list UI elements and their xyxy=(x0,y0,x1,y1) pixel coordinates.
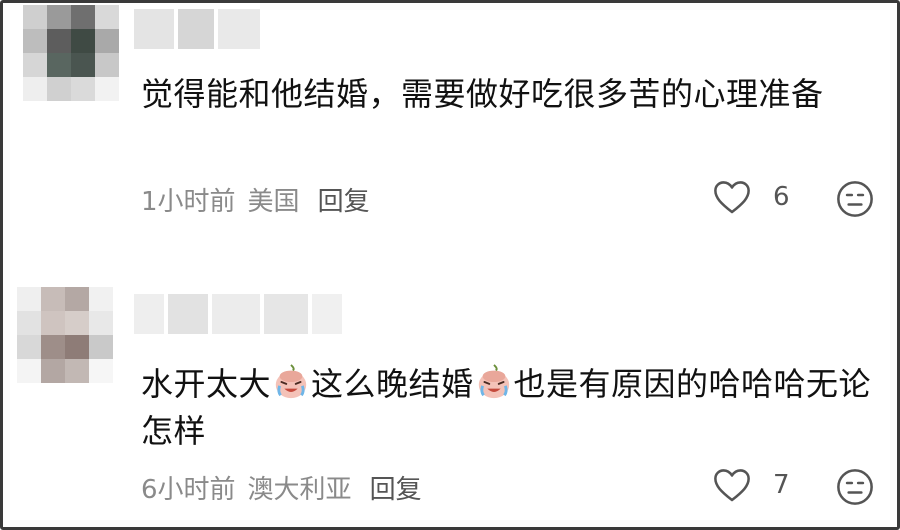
comment-item: 水开太大 这么晚结婚 也是有原因的哈哈哈无论怎样 6小时前 澳大利亚 回复 7 xyxy=(3,265,897,530)
crying-laughing-emoji xyxy=(275,364,307,399)
avatar[interactable] xyxy=(17,287,113,383)
comment-time: 1小时前 xyxy=(141,187,236,217)
meh-face-icon[interactable] xyxy=(836,180,874,218)
meh-face-icon[interactable] xyxy=(836,468,874,506)
like-button[interactable]: 7 xyxy=(713,467,790,503)
comment-text-part: 这么晚结婚 xyxy=(311,365,474,403)
comment-text: 水开太大 这么晚结婚 也是有原因的哈哈哈无论怎样 xyxy=(141,361,881,455)
heart-outline-icon xyxy=(714,469,750,502)
comment-text: 觉得能和他结婚，需要做好吃很多苦的心理准备 xyxy=(141,75,824,113)
username-blurred[interactable] xyxy=(134,9,260,49)
comment-item: 觉得能和他结婚，需要做好吃很多苦的心理准备 1小时前 美国 回复 6 xyxy=(3,3,897,265)
comment-list: 觉得能和他结婚，需要做好吃很多苦的心理准备 1小时前 美国 回复 6 水开太大 … xyxy=(0,0,900,530)
avatar[interactable] xyxy=(23,5,119,101)
like-button[interactable]: 6 xyxy=(713,179,790,215)
heart-outline-icon xyxy=(714,181,750,214)
username-blurred[interactable] xyxy=(134,294,342,334)
comment-location: 澳大利亚 xyxy=(247,475,352,505)
reply-button[interactable]: 回复 xyxy=(318,181,370,218)
comment-location: 美国 xyxy=(247,187,300,217)
comment-meta: 1小时前 美国 回复 xyxy=(141,181,370,218)
like-count: 6 xyxy=(773,182,790,212)
crying-laughing-emoji xyxy=(478,364,509,399)
comment-time: 6小时前 xyxy=(141,475,236,505)
comment-text-part: 水开太大 xyxy=(141,365,272,403)
comment-meta: 6小时前 澳大利亚 回复 xyxy=(141,469,422,506)
like-count: 7 xyxy=(773,470,790,500)
reply-button[interactable]: 回复 xyxy=(370,469,422,506)
